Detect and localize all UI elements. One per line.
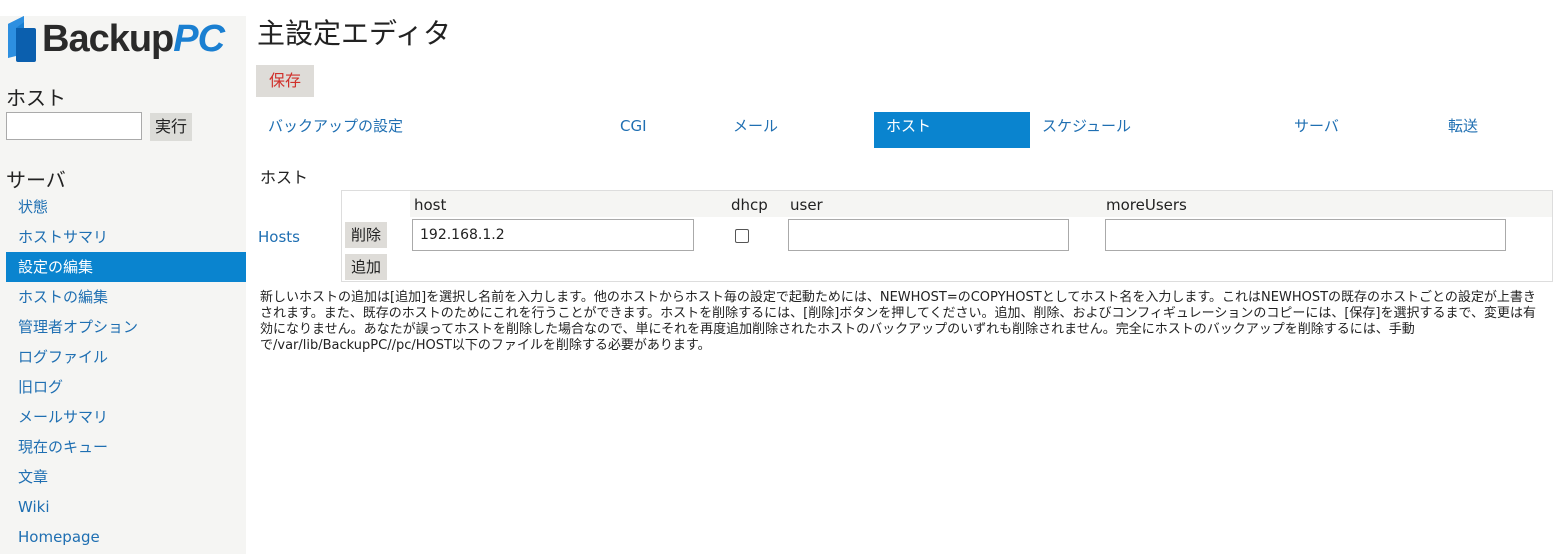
tab-mail[interactable]: メール — [721, 112, 861, 148]
help-text: 新しいホストの追加は[追加]を選択し名前を入力します。他のホストからホスト毎の設… — [260, 290, 1536, 353]
go-button[interactable]: 実行 — [150, 113, 192, 141]
tab-schedule[interactable]: スケジュール — [1030, 112, 1280, 148]
sidebar-item-homepage[interactable]: Homepage — [6, 522, 246, 552]
sidebar: BackupPC ホスト 実行 サーバ 状態 ホストサマリ 設定の編集 ホストの編集管… — [0, 16, 246, 554]
host-heading: ホスト — [6, 86, 66, 110]
more-users-field[interactable] — [1105, 219, 1506, 251]
config-tabs: バックアップの設定 CGI メール ホスト スケジュール サーバ 転送 — [256, 112, 1556, 148]
section-label: ホスト — [260, 168, 309, 187]
logo-wordmark: BackupPC — [42, 18, 225, 61]
sidebar-item-host-summary[interactable]: ホストサマリ — [6, 222, 246, 252]
tab-hosts[interactable]: ホスト — [874, 112, 1030, 148]
sidebar-item-old-logs[interactable]: 旧ログ — [6, 372, 246, 402]
logo-text-accent: PC — [173, 18, 225, 60]
sidebar-item-current-queues[interactable]: 現在のキュー — [6, 432, 246, 462]
sidebar-item-status[interactable]: 状態 — [6, 192, 246, 222]
add-host-button[interactable]: 追加 — [345, 254, 387, 280]
column-header-dhcp: dhcp — [731, 196, 768, 214]
server-heading: サーバ — [6, 168, 66, 192]
dhcp-checkbox[interactable] — [735, 229, 749, 243]
backuppc-logo[interactable]: BackupPC — [6, 16, 226, 66]
sidebar-item-documentation[interactable]: 文章 — [6, 462, 246, 492]
sidebar-item-email-summary[interactable]: メールサマリ — [6, 402, 246, 432]
hosts-table: host dhcp user moreUsers 削除 192.168.1.2 … — [341, 190, 1553, 282]
save-button[interactable]: 保存 — [256, 65, 314, 97]
user-field[interactable] — [788, 219, 1069, 251]
sidebar-item-wiki[interactable]: Wiki — [6, 492, 246, 522]
sidebar-item-log-file[interactable]: ログファイル — [6, 342, 246, 372]
sidebar-item-edit-config[interactable]: 設定の編集 — [6, 252, 246, 282]
column-header-host: host — [414, 196, 447, 214]
page-title: 主設定エディタ — [257, 17, 452, 50]
logo-document-icon — [8, 16, 36, 62]
host-search-input[interactable] — [6, 112, 142, 140]
delete-host-button[interactable]: 削除 — [345, 222, 387, 248]
tab-cgi[interactable]: CGI — [608, 112, 718, 148]
tab-backup-settings[interactable]: バックアップの設定 — [256, 112, 616, 148]
column-header-user: user — [790, 196, 823, 214]
logo-text-main: Backup — [42, 18, 174, 60]
column-header-moreusers: moreUsers — [1106, 196, 1187, 214]
host-field[interactable]: 192.168.1.2 — [412, 219, 694, 251]
server-nav: 状態 ホストサマリ 設定の編集 ホストの編集 管理者オプション ログファイル 旧ログ メールサ… — [6, 192, 246, 552]
table-header: host dhcp user moreUsers — [410, 191, 1552, 217]
sidebar-item-edit-hosts[interactable]: ホストの編集 — [6, 282, 246, 312]
tab-transfer[interactable]: 転送 — [1436, 112, 1546, 148]
hosts-config-link[interactable]: Hosts — [258, 228, 300, 246]
sidebar-item-admin-options[interactable]: 管理者オプション — [6, 312, 246, 342]
tab-server[interactable]: サーバ — [1282, 112, 1432, 148]
